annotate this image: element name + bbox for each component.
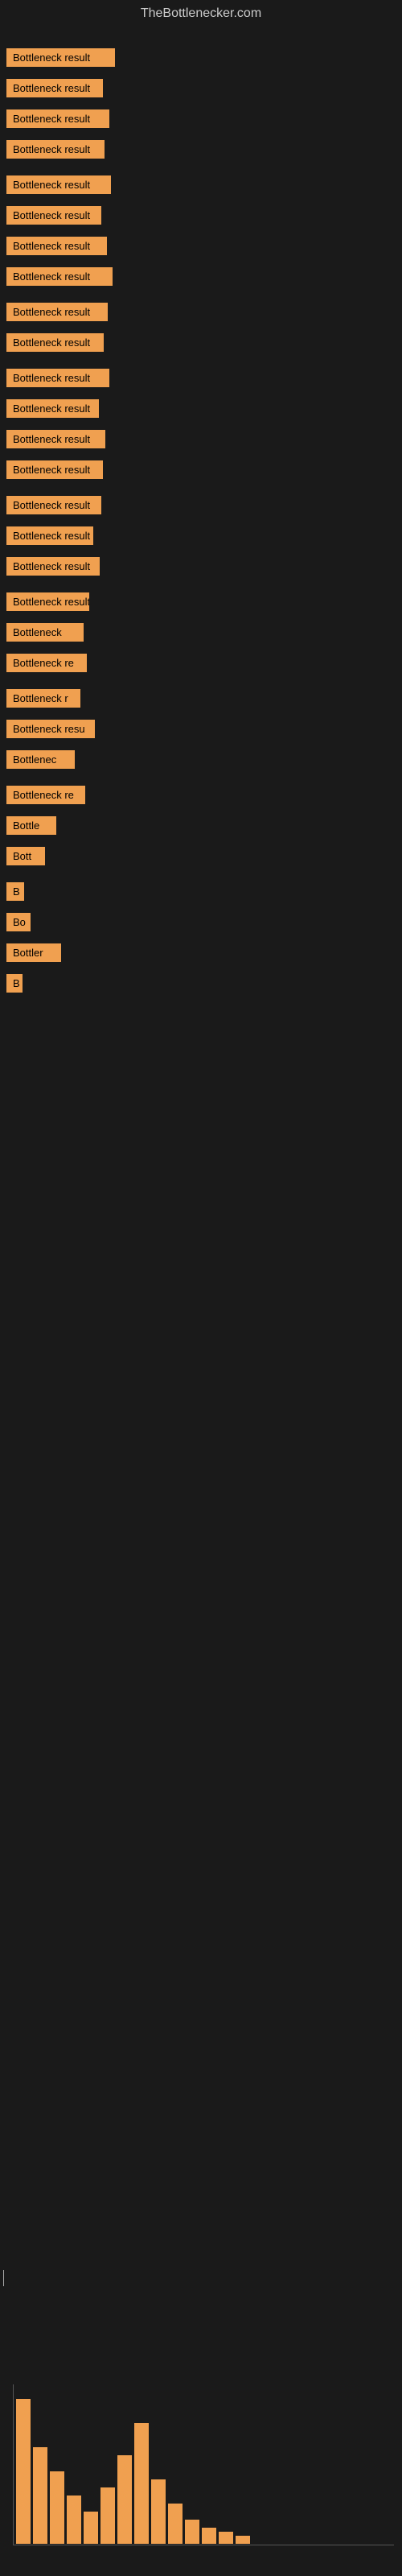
chart-bar xyxy=(134,2423,149,2544)
bottleneck-result-bar: Bottleneck result xyxy=(6,496,101,514)
bottleneck-result-bar: Bottleneck result xyxy=(6,206,101,225)
bottleneck-result-bar: Bottleneck result xyxy=(6,592,89,611)
chart-bars-container xyxy=(16,2383,250,2544)
bar-row: Bottler xyxy=(3,939,64,971)
bottleneck-result-bar: Bottleneck result xyxy=(6,333,104,352)
chart-bar xyxy=(185,2520,199,2544)
site-title: TheBottlenecker.com xyxy=(0,0,402,27)
bar-row: Bottleneck result xyxy=(3,201,105,233)
bottleneck-result-bar: Bottleneck result xyxy=(6,79,103,97)
bottleneck-result-bar: Bottler xyxy=(6,943,61,962)
bottleneck-result-bar: Bottle xyxy=(6,816,56,835)
chart-bar xyxy=(84,2512,98,2544)
chart-bar xyxy=(67,2496,81,2544)
bottleneck-result-bar: B xyxy=(6,974,23,993)
bottleneck-result-bar: Bottleneck re xyxy=(6,786,85,804)
bar-row: Bottleneck result xyxy=(3,588,92,620)
vertical-axis-line xyxy=(13,2384,14,2545)
bar-row: Bottleneck result xyxy=(3,74,106,106)
bottleneck-result-bar: Bottleneck result xyxy=(6,399,99,418)
chart-bar xyxy=(50,2471,64,2544)
bar-row: Bott xyxy=(3,842,48,874)
bar-row: Bottleneck result xyxy=(3,425,109,457)
chart-bar xyxy=(100,2487,115,2544)
bar-row: Bo xyxy=(3,908,34,940)
bottleneck-result-bar: Bott xyxy=(6,847,45,865)
bar-row: Bottleneck result xyxy=(3,522,96,554)
cursor-indicator xyxy=(3,2270,4,2286)
bar-row: Bottleneck re xyxy=(3,649,90,681)
chart-bar xyxy=(219,2532,233,2544)
bottleneck-result-bar: B xyxy=(6,882,24,901)
bottleneck-result-bar: Bottleneck result xyxy=(6,460,103,479)
bottleneck-result-bar: Bottleneck result xyxy=(6,237,107,255)
bottleneck-result-bar: Bottlenec xyxy=(6,750,75,769)
bottleneck-result-bar: Bottleneck result xyxy=(6,303,108,321)
bar-row: Bottleneck result xyxy=(3,456,106,488)
bottleneck-result-bar: Bottleneck re xyxy=(6,654,87,672)
bar-row: Bottleneck result xyxy=(3,328,107,361)
bar-row: Bottleneck result xyxy=(3,171,114,203)
chart-bar xyxy=(236,2536,250,2544)
bottleneck-result-bar: Bottleneck r xyxy=(6,689,80,708)
bottom-chart-area xyxy=(0,2334,402,2576)
bottleneck-result-bar: Bottleneck result xyxy=(6,430,105,448)
bar-row: Bottleneck result xyxy=(3,364,113,396)
bar-row: B xyxy=(3,877,27,910)
bottleneck-result-bar: Bottleneck result xyxy=(6,109,109,128)
bottleneck-result-bar: Bottleneck result xyxy=(6,140,105,159)
bottleneck-result-bar: Bottleneck result xyxy=(6,557,100,576)
bottleneck-result-bar: Bottleneck resu xyxy=(6,720,95,738)
bar-row: Bottleneck result xyxy=(3,232,110,264)
chart-bar xyxy=(33,2447,47,2544)
bar-row: Bottle xyxy=(3,811,59,844)
bar-row: Bottleneck result xyxy=(3,552,103,584)
chart-bar xyxy=(16,2399,31,2544)
bars-container: Bottleneck result Bottleneck result Bottle… xyxy=(0,27,402,1034)
bar-row: Bottleneck result xyxy=(3,262,116,295)
bottleneck-result-bar: Bottleneck result xyxy=(6,526,93,545)
bottleneck-result-bar: Bottleneck result xyxy=(6,175,111,194)
chart-bar xyxy=(202,2528,216,2544)
chart-bar xyxy=(151,2479,166,2544)
bar-row: Bottleneck result xyxy=(3,43,118,76)
bar-row: Bottleneck xyxy=(3,618,87,650)
bar-row: Bottleneck r xyxy=(3,684,84,716)
bar-row: Bottleneck re xyxy=(3,781,88,813)
bar-row: Bottleneck result xyxy=(3,298,111,330)
bottleneck-result-bar: Bottleneck result xyxy=(6,48,115,67)
bar-row: Bottleneck result xyxy=(3,394,102,427)
bottleneck-result-bar: Bo xyxy=(6,913,31,931)
bottleneck-result-bar: Bottleneck result xyxy=(6,369,109,387)
bottleneck-result-bar: Bottleneck xyxy=(6,623,84,642)
bar-row: Bottlenec xyxy=(3,745,78,778)
chart-bar xyxy=(117,2455,132,2544)
chart-bar xyxy=(168,2504,183,2544)
bar-row: Bottleneck result xyxy=(3,135,108,167)
bar-row: Bottleneck result xyxy=(3,105,113,137)
bar-row: Bottleneck resu xyxy=(3,715,98,747)
bottleneck-result-bar: Bottleneck result xyxy=(6,267,113,286)
bar-row: Bottleneck result xyxy=(3,491,105,523)
bar-row: B xyxy=(3,969,26,1001)
